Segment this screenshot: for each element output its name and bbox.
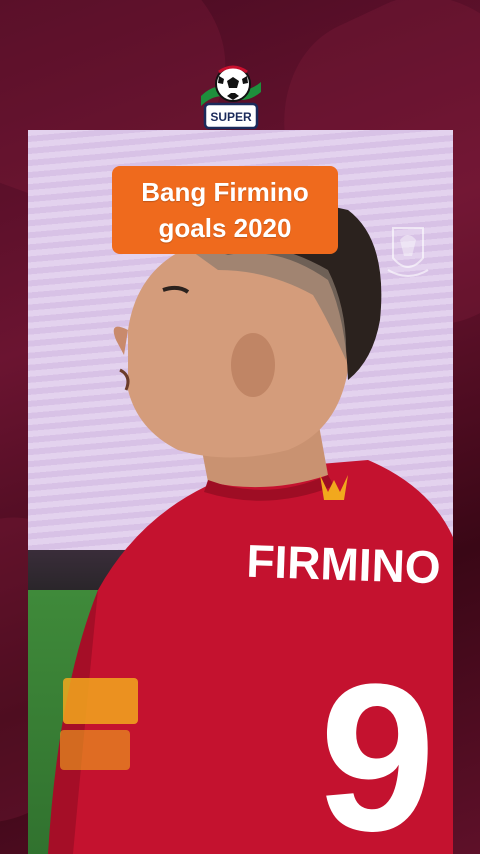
caption-line-1: Bang Firmino — [141, 177, 309, 207]
soccer-ball-icon — [215, 65, 251, 102]
caption-line-2: goals 2020 — [158, 213, 292, 243]
logo-text: SUPER — [210, 110, 252, 124]
video-caption: Bang Firmino goals 2020 — [112, 166, 338, 254]
player-number: 9 — [312, 637, 441, 854]
sleeve-sponsor — [63, 678, 138, 724]
player-name: FIRMINO — [246, 535, 442, 594]
club-crest-watermark — [387, 227, 429, 277]
channel-logo: SUPER — [197, 62, 265, 132]
